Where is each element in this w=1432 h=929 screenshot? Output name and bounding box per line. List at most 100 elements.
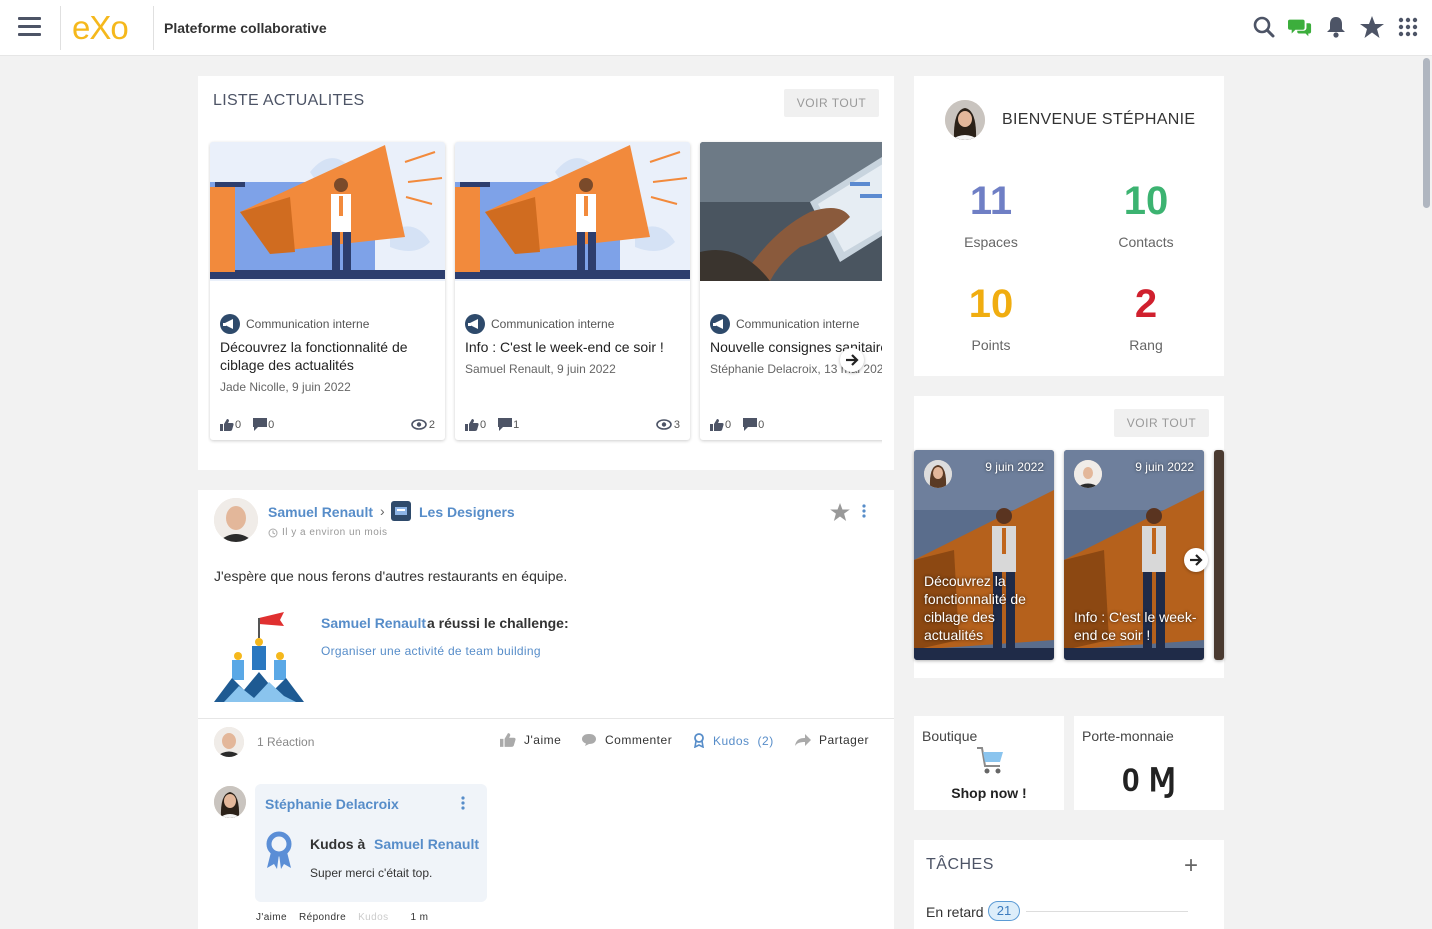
welcome-title: BIENVENUE STÉPHANIE (1002, 111, 1196, 128)
challenge-link[interactable]: Organiser une activité de team building (321, 644, 541, 658)
news-card-image (455, 142, 690, 281)
add-task-icon[interactable]: + (1184, 852, 1198, 880)
highlight-title[interactable]: Découvrez la fonctionnalité de ciblage d… (924, 572, 1048, 644)
kudos-button[interactable]: Kudos (2) (693, 733, 774, 748)
user-avatar[interactable] (945, 100, 985, 140)
app-title: Plateforme collaborative (164, 20, 327, 36)
like-count[interactable]: 0 (465, 418, 486, 431)
scrollbar-thumb[interactable] (1423, 58, 1430, 208)
comment-icon (582, 734, 596, 746)
wallet-widget[interactable]: Porte-monnaie 0 Ɱ (1074, 716, 1224, 810)
top-bar: eXo Plateforme collaborative (0, 0, 1432, 56)
highlight-card-partial[interactable] (1214, 450, 1224, 660)
tasks-divider (1026, 911, 1188, 912)
page-scrollbar[interactable] (1421, 56, 1432, 929)
news-card-image (210, 142, 445, 281)
chat-icon[interactable] (1288, 14, 1312, 40)
challenge-user-link[interactable]: Samuel Renault (321, 615, 426, 631)
stat-value: 11 (969, 179, 1013, 223)
more-options-icon[interactable] (461, 796, 465, 815)
search-icon[interactable] (1252, 14, 1276, 40)
news-card-title[interactable]: Découvrez la fonctionnalité de ciblage d… (220, 338, 435, 374)
apps-grid-icon[interactable] (1396, 14, 1420, 40)
news-card-stats: 0 1 3 (465, 418, 680, 431)
comment-count[interactable]: 0 (253, 418, 274, 431)
logo[interactable]: eXo (72, 9, 129, 47)
hamburger-menu-icon[interactable] (18, 17, 41, 37)
news-card[interactable]: Communication interne Découvrez la fonct… (210, 142, 445, 440)
post-space-link[interactable]: Les Designers (419, 504, 515, 520)
thumbs-up-icon (500, 733, 516, 747)
post-author-link[interactable]: Samuel Renault (268, 504, 373, 520)
favorite-star-icon[interactable] (830, 503, 850, 526)
comment-reply-link[interactable]: Répondre (299, 912, 346, 923)
shop-now-link[interactable]: Shop now ! (914, 785, 1064, 801)
news-see-all-button[interactable]: VOIR TOUT (784, 89, 879, 117)
news-card-space-label: Communication interne (491, 317, 615, 331)
highlight-author-avatar[interactable] (1074, 460, 1102, 488)
like-count[interactable]: 0 (710, 418, 731, 431)
highlight-author-avatar[interactable] (924, 460, 952, 488)
stat-label: Rang (1129, 337, 1163, 353)
comment-like-link[interactable]: J'aime (256, 912, 287, 923)
news-card[interactable]: Communication interne Nouvelle consignes… (700, 142, 882, 440)
carousel-next-arrow-icon[interactable] (1184, 548, 1208, 572)
wallet-balance: 0 Ɱ (1121, 762, 1177, 798)
thumbs-up-icon (465, 418, 479, 431)
star-icon[interactable] (1360, 14, 1384, 40)
like-count[interactable]: 0 (220, 418, 241, 431)
post-text: J'espère que nous ferons d'autres restau… (214, 568, 568, 584)
stat-label: Espaces (964, 234, 1018, 250)
view-count: 2 (411, 419, 435, 431)
comment-icon (498, 418, 513, 431)
stat-label: Contacts (1118, 234, 1174, 250)
comment-kudos-user-link[interactable]: Samuel Renault (374, 836, 479, 852)
comment-kudos-label: Kudos à (310, 836, 366, 852)
news-card-space[interactable]: Communication interne (710, 314, 859, 334)
more-options-icon[interactable] (862, 504, 866, 523)
stat-contacts[interactable]: 10 Contacts (1076, 179, 1216, 250)
news-card[interactable]: Communication interne Info : C'est le we… (455, 142, 690, 440)
activity-post: Samuel Renault › Les Designers Il y a en… (198, 490, 894, 929)
highlight-card[interactable]: 9 juin 2022 Découvrez la fonctionnalité … (914, 450, 1054, 660)
post-timestamp: Il y a environ un mois (268, 527, 388, 538)
comment-button[interactable]: Commenter (581, 733, 672, 747)
welcome-widget: BIENVENUE STÉPHANIE 11 Espaces 10 Contac… (914, 76, 1224, 376)
comment-author-link[interactable]: Stéphanie Delacroix (265, 796, 399, 812)
stat-rank[interactable]: 2 Rang (1076, 282, 1216, 353)
highlight-card[interactable]: 9 juin 2022 Info : C'est le week-end ce … (1064, 450, 1204, 660)
comment-count[interactable]: 1 (498, 418, 519, 431)
highlight-title[interactable]: Info : C'est le week-end ce soir ! (1074, 608, 1198, 644)
reactor-avatar[interactable] (214, 727, 244, 757)
news-card-space[interactable]: Communication interne (220, 314, 369, 334)
news-card-title[interactable]: Info : C'est le week-end ce soir ! (465, 338, 680, 356)
comment-count[interactable]: 0 (743, 418, 764, 431)
news-card-space[interactable]: Communication interne (465, 314, 614, 334)
share-button[interactable]: Partager (795, 733, 869, 747)
avatar[interactable] (214, 498, 258, 542)
bell-icon[interactable] (1324, 14, 1348, 40)
tasks-title: TÂCHES (926, 856, 994, 873)
news-card-image (700, 142, 882, 281)
tasks-late-label[interactable]: En retard (926, 904, 984, 920)
tasks-late-count-badge[interactable]: 21 (988, 901, 1020, 921)
carousel-next-arrow-icon[interactable] (840, 348, 864, 372)
stat-value: 10 (968, 282, 1014, 326)
reaction-count[interactable]: 1 Réaction (257, 735, 314, 749)
stat-spaces[interactable]: 11 Espaces (921, 179, 1061, 250)
comment-bubble: Stéphanie Delacroix Kudos à Samuel Renau… (255, 784, 487, 902)
thumbs-up-icon (220, 418, 234, 431)
eye-icon (411, 419, 427, 430)
stat-points[interactable]: 10 Points (921, 282, 1061, 353)
highlights-see-all-button[interactable]: VOIR TOUT (1114, 409, 1209, 437)
kudos-count: (2) (757, 733, 774, 748)
award-icon (694, 733, 704, 748)
comment-time: 1 m (410, 912, 429, 923)
comment-actions: J'aime Répondre Kudos 1 m (256, 912, 428, 923)
commenter-avatar[interactable] (214, 786, 246, 818)
space-avatar-icon[interactable] (391, 501, 411, 521)
news-highlights-widget: VOIR TOUT 9 juin 2022 Découvrez la fonct… (914, 396, 1224, 678)
like-button[interactable]: J'aime (500, 733, 561, 747)
shop-widget[interactable]: Boutique Shop now ! (914, 716, 1064, 810)
top-icons (1252, 14, 1420, 40)
